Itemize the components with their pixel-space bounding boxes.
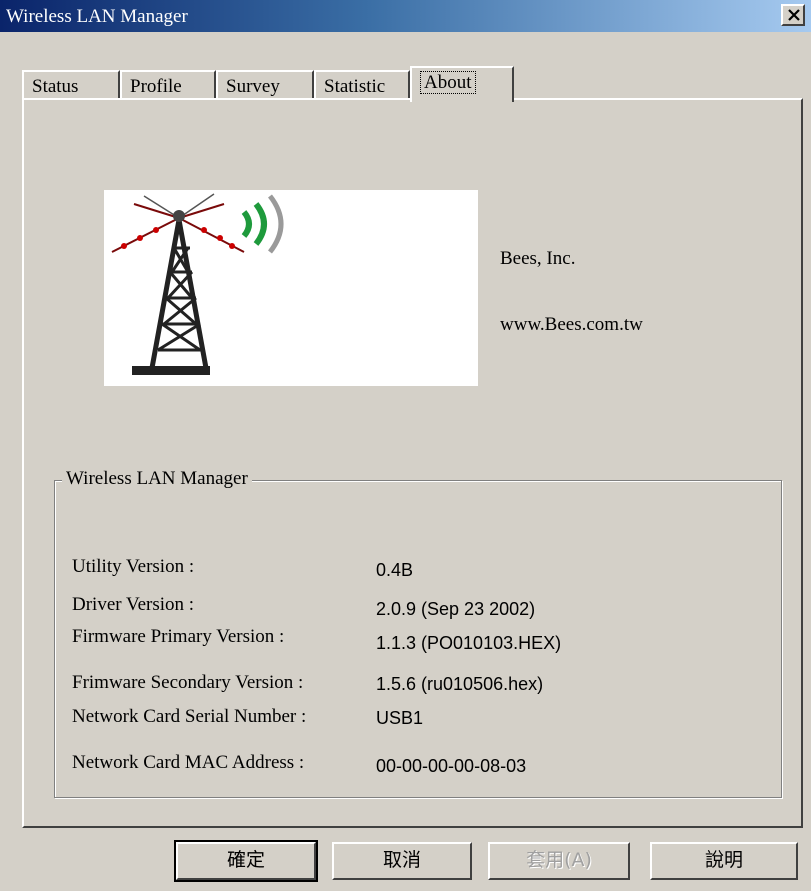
window-title: Wireless LAN Manager	[6, 6, 188, 27]
tab-label: Profile	[130, 76, 182, 97]
info-value: 2.0.9 (Sep 23 2002)	[376, 599, 536, 619]
close-button[interactable]	[781, 4, 805, 26]
info-label: Frimware Secondary Version :	[72, 672, 304, 693]
tab-label: Status	[32, 76, 79, 97]
tab-survey[interactable]: Survey	[216, 70, 314, 100]
close-icon	[788, 9, 800, 21]
tab-about[interactable]: About	[410, 66, 514, 102]
company-name: Bees, Inc.	[500, 248, 576, 269]
info-label: Firmware Primary Version :	[72, 626, 285, 647]
info-value: USB1	[376, 708, 424, 728]
tab-statistic[interactable]: Statistic	[314, 70, 410, 100]
info-value: 1.5.6 (ru010506.hex)	[376, 674, 544, 694]
company-website: www.Bees.com.tw	[500, 314, 643, 335]
tab-status[interactable]: Status	[22, 70, 120, 100]
tab-profile[interactable]: Profile	[120, 70, 216, 100]
info-label: Driver Version :	[72, 594, 195, 615]
tab-label: About	[420, 71, 476, 94]
radio-tower-icon	[111, 193, 284, 375]
info-value: 0.4B	[376, 560, 414, 580]
help-button[interactable]: 說明	[650, 842, 798, 880]
tab-label: Survey	[226, 76, 280, 97]
logo-image	[104, 190, 478, 386]
ok-button[interactable]: 確定	[174, 840, 318, 882]
info-value: 00-00-00-00-08-03	[376, 756, 527, 776]
info-label: Network Card MAC Address :	[72, 752, 305, 773]
apply-button[interactable]: 套用(A)	[488, 842, 630, 880]
info-value: 1.1.3 (PO010103.HEX)	[376, 633, 562, 653]
group-title: Wireless LAN Manager	[62, 468, 252, 490]
title-bar[interactable]: Wireless LAN Manager	[0, 0, 811, 32]
cancel-button[interactable]: 取消	[332, 842, 472, 880]
info-label: Utility Version :	[72, 556, 195, 577]
tab-label: Statistic	[324, 76, 386, 97]
info-label: Network Card Serial Number :	[72, 706, 307, 727]
